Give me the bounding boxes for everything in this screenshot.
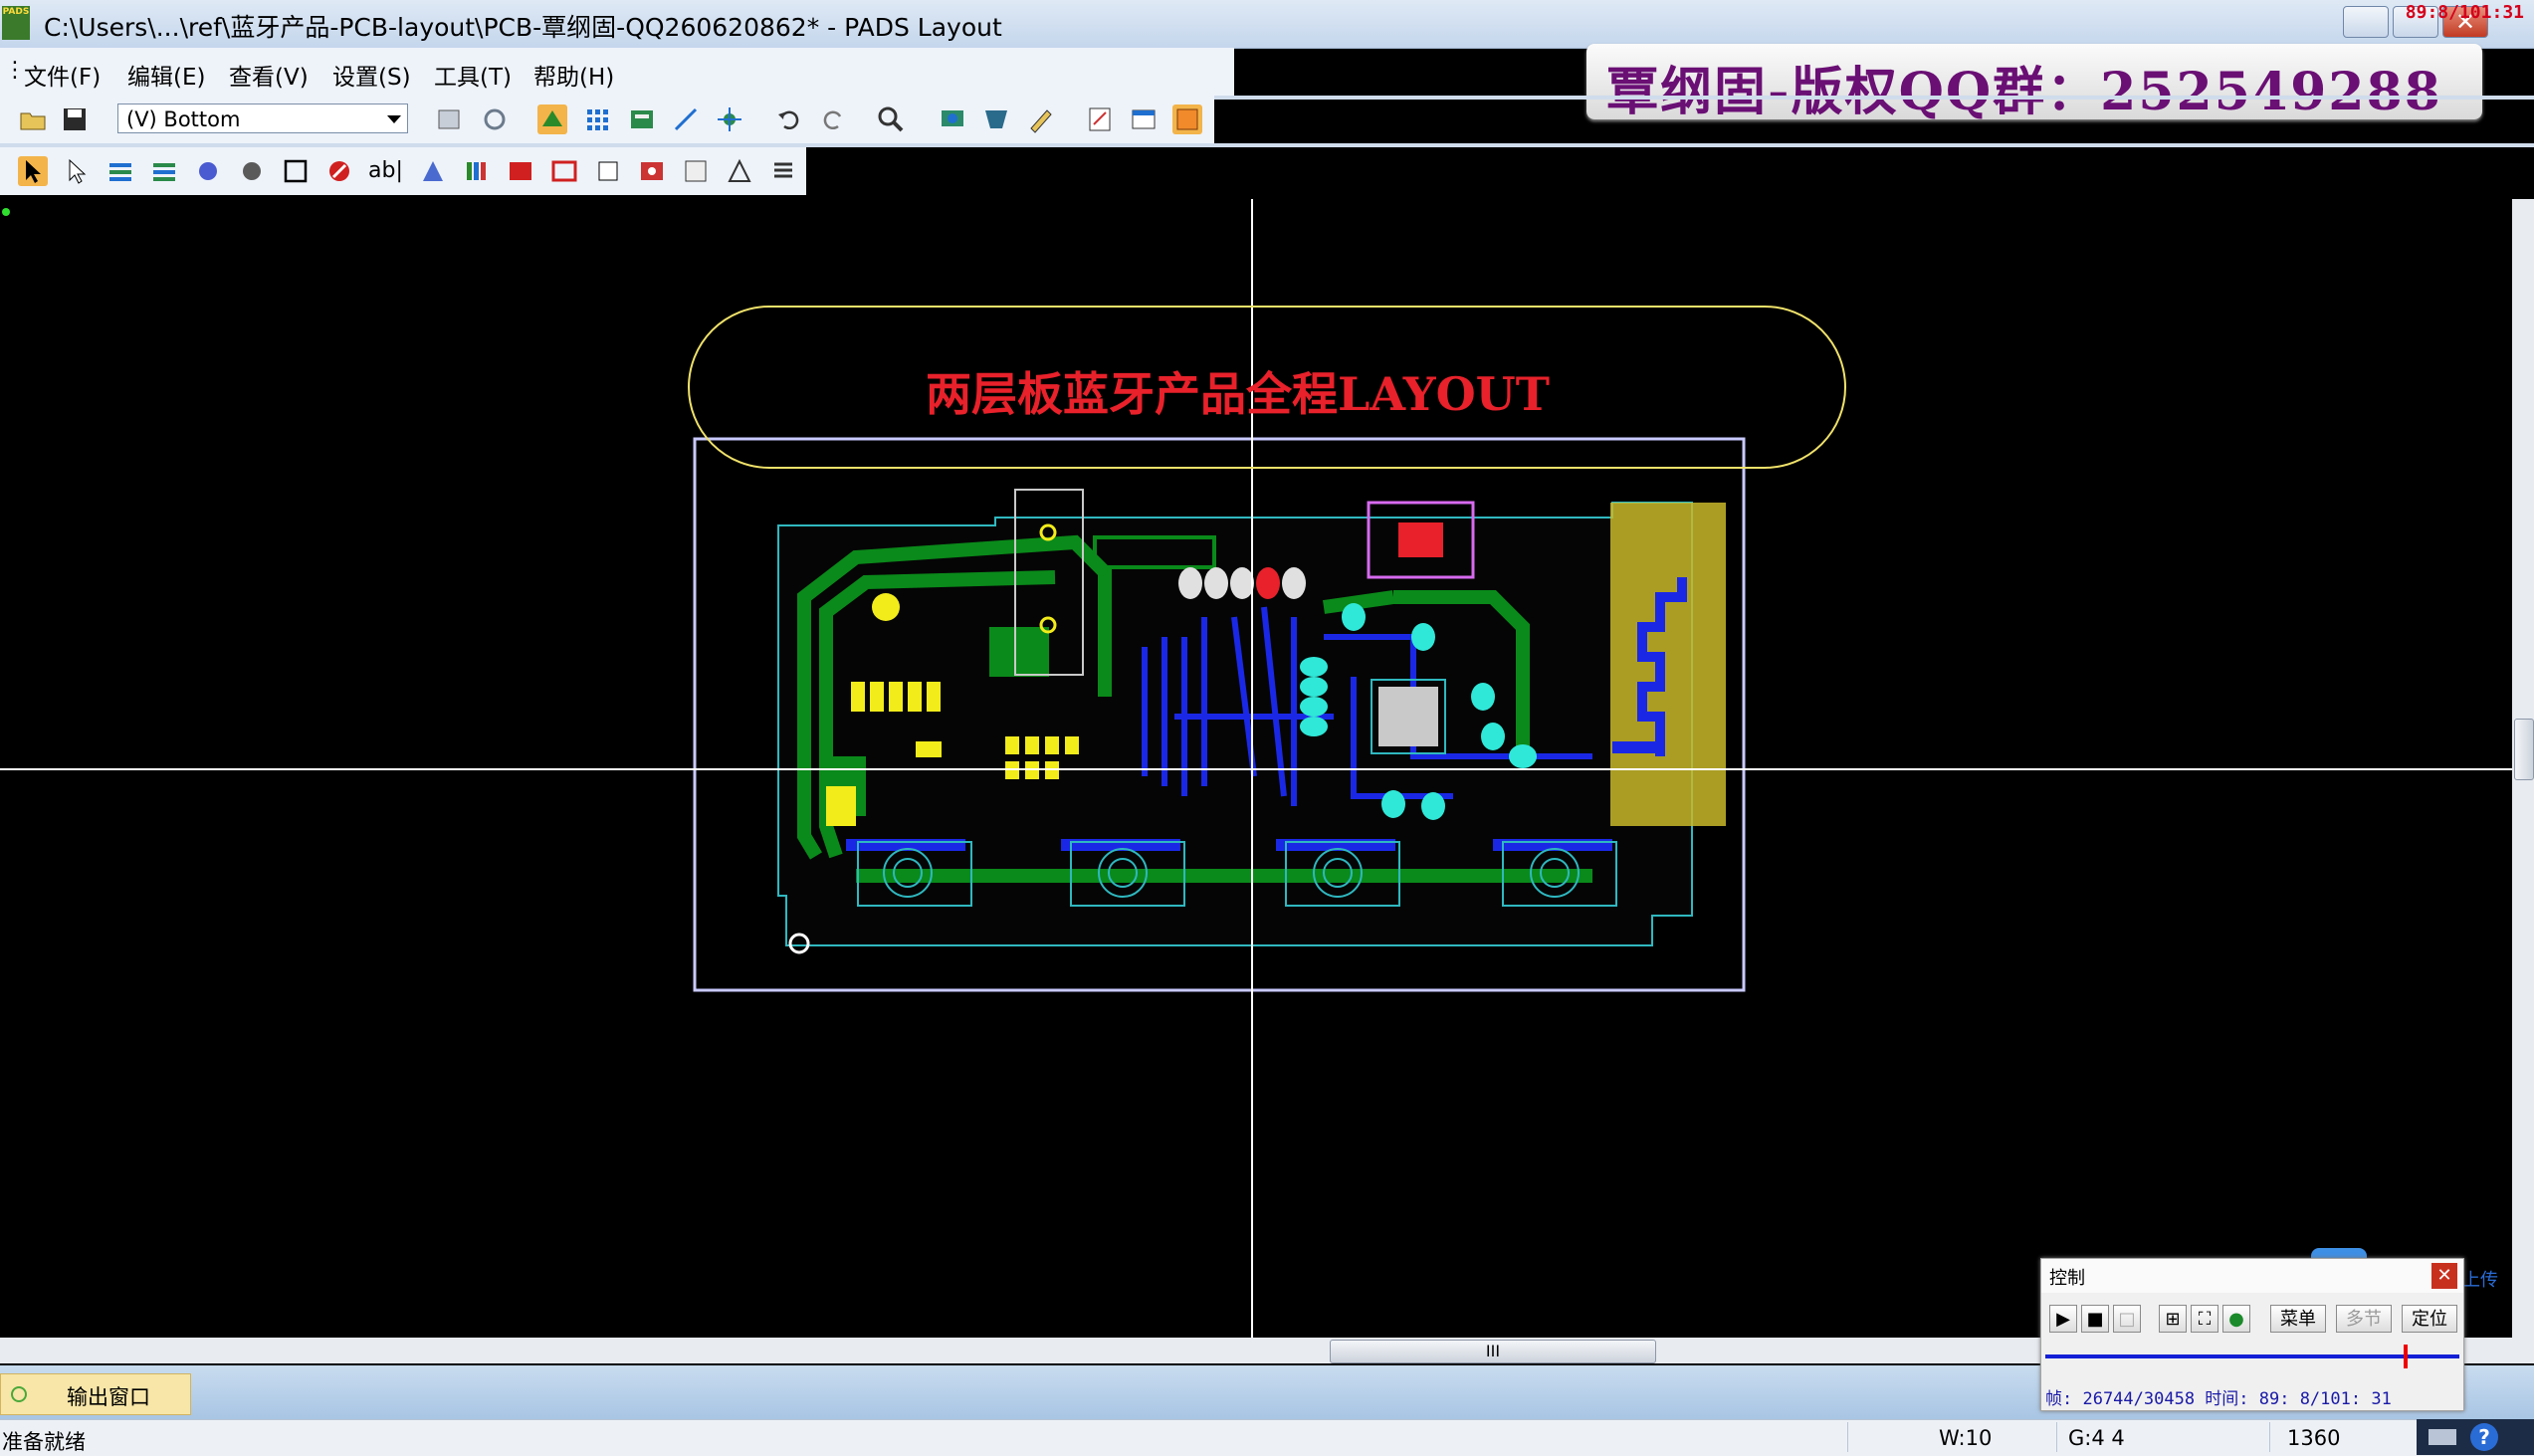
pen-icon[interactable] (1025, 104, 1055, 134)
drafting-toolbar-icon[interactable] (627, 104, 657, 134)
auto-dimension-icon[interactable] (681, 156, 711, 186)
layer-select-value: (V) Bottom (126, 107, 241, 131)
select-filter-icon[interactable] (62, 156, 92, 186)
refresh-icon[interactable] (480, 104, 510, 134)
layer-select[interactable]: (V) Bottom (117, 104, 408, 133)
control-close-button[interactable]: ✕ (2431, 1263, 2457, 1289)
layer-stack-2-icon[interactable] (149, 156, 179, 186)
horizontal-scroll-thumb[interactable]: III (1330, 1340, 1656, 1363)
dimension-icon[interactable] (715, 104, 744, 134)
standard-toolbar: (V) Bottom (0, 96, 1214, 143)
system-tray: ? (2417, 1419, 2534, 1455)
dxf-import-icon[interactable] (725, 156, 754, 186)
menu-settings[interactable]: 设置(S) (332, 58, 411, 92)
status-divider (1847, 1422, 1848, 1452)
status-bar: 准备就绪 W:10 G:4 4 1360 (0, 1419, 2534, 1456)
cursor-icon[interactable]: ● (2222, 1305, 2250, 1333)
keepout-icon[interactable] (324, 156, 354, 186)
fit-window-icon[interactable]: ⊞ (2159, 1305, 2187, 1333)
playback-readout: 帧: 26744/30458 时间: 89: 8/101: 31 (2045, 1389, 2392, 1409)
menu-button[interactable]: 菜单 (2270, 1305, 2326, 1333)
output-status-icon (11, 1386, 27, 1402)
pcb-canvas[interactable]: 两层板蓝牙产品全程LAYOUT (0, 199, 2512, 1338)
main-ic (1378, 687, 1438, 746)
pads-router-icon[interactable] (1172, 104, 1202, 134)
keyboard-icon[interactable] (2428, 1429, 2456, 1445)
design-toolbar-icon[interactable] (537, 104, 567, 134)
selection-toolbar: ab| (0, 147, 806, 195)
save-icon[interactable] (60, 104, 90, 134)
menu-edit[interactable]: 编辑(E) (127, 58, 205, 92)
playback-control-panel: 控制 ✕ ▶ ■ □ ⊞ ⛶ ● 菜单 多节 定位 帧: 26744/30458… (2040, 1258, 2464, 1411)
layer-stack-icon[interactable] (106, 156, 135, 186)
recording-timestamp: 89:8/101:31 (2405, 2, 2524, 23)
view-nets-icon[interactable] (938, 104, 967, 134)
copyright-banner: 覃纲固-版权QQ群：252549288 (1586, 44, 2482, 122)
copper-pad (989, 627, 1049, 677)
route-icon[interactable] (671, 104, 701, 134)
usb-pads (1398, 522, 1443, 557)
playback-progress-bar[interactable] (2045, 1354, 2459, 1358)
upload-label[interactable]: 上传 (2462, 1266, 2498, 1292)
locate-button[interactable]: 定位 (2402, 1305, 2457, 1333)
playback-position-marker[interactable] (2404, 1345, 2408, 1368)
pause-icon[interactable]: □ (2113, 1305, 2141, 1333)
banner-text: 覃纲固-版权QQ群：252549288 (1606, 62, 2442, 122)
stop-icon[interactable]: ■ (2081, 1305, 2109, 1333)
properties-icon[interactable] (434, 104, 464, 134)
drc-icon[interactable] (637, 156, 667, 186)
component-pads (1178, 567, 1306, 599)
layout-annotation: 两层板蓝牙产品全程LAYOUT (926, 367, 1550, 421)
list-icon[interactable] (768, 156, 798, 186)
status-width: W:10 (1939, 1426, 1993, 1450)
select-arrow-icon[interactable] (18, 156, 48, 186)
output-window-tab[interactable]: 输出窗口 (0, 1373, 191, 1415)
cutout-icon[interactable] (549, 156, 579, 186)
status-divider (2056, 1422, 2057, 1452)
menu-grip: ⋮ (4, 58, 26, 83)
component-icon[interactable] (193, 156, 223, 186)
fullscreen-icon[interactable]: ⛶ (2191, 1305, 2218, 1333)
verify-icon[interactable] (981, 104, 1011, 134)
menu-help[interactable]: 帮助(H) (533, 58, 614, 92)
chapter-button[interactable]: 多节 (2336, 1305, 2392, 1333)
origin-marker (2, 208, 10, 216)
board-outline-icon[interactable] (281, 156, 311, 186)
menu-view[interactable]: 查看(V) (229, 58, 309, 92)
open-icon[interactable] (18, 104, 48, 134)
library-icon[interactable] (462, 156, 492, 186)
antenna-feed (1612, 741, 1662, 753)
menu-bar: ⋮ 文件(F) 编辑(E) 查看(V) 设置(S) 工具(T) 帮助(H) (0, 48, 1234, 96)
pads-logo-icon: PADS (2, 6, 30, 40)
window-icon[interactable] (1129, 104, 1159, 134)
control-panel-title: 控制 (2049, 1268, 2085, 1289)
vertical-scroll-thumb[interactable] (2514, 719, 2534, 780)
help-icon[interactable]: ? (2470, 1423, 2498, 1451)
chevron-down-icon (387, 115, 401, 123)
status-coordinate: 1360 (2287, 1426, 2341, 1450)
via-icon[interactable] (593, 156, 623, 186)
minimize-button[interactable] (2343, 6, 2389, 38)
ecco-toolbar-icon[interactable] (583, 104, 613, 134)
menu-tools[interactable]: 工具(T) (434, 58, 512, 92)
net-icon[interactable] (237, 156, 267, 186)
title-bar: PADS C:\Users\...\ref\蓝牙产品-PCB-layout\PC… (0, 0, 2534, 49)
text-tool-icon[interactable]: ab| (368, 156, 408, 186)
window-title: C:\Users\...\ref\蓝牙产品-PCB-layout\PCB-覃纲固… (44, 13, 1002, 42)
red-pad (1256, 567, 1280, 599)
copper-icon[interactable] (506, 156, 535, 186)
zoom-icon[interactable] (876, 104, 906, 134)
menu-file[interactable]: 文件(F) (24, 58, 101, 92)
status-grid: G:4 4 (2068, 1426, 2125, 1450)
status-message: 准备就绪 (2, 1430, 86, 1454)
control-panel-header: 控制 ✕ (2041, 1259, 2463, 1293)
undo-icon[interactable] (774, 104, 804, 134)
output-window-label: 输出窗口 (67, 1385, 150, 1409)
report-icon[interactable] (1085, 104, 1115, 134)
play-icon[interactable]: ▶ (2049, 1305, 2077, 1333)
pour-icon[interactable] (418, 156, 448, 186)
status-divider (2269, 1422, 2270, 1452)
antenna-keepout (1610, 503, 1726, 826)
redo-icon[interactable] (818, 104, 848, 134)
